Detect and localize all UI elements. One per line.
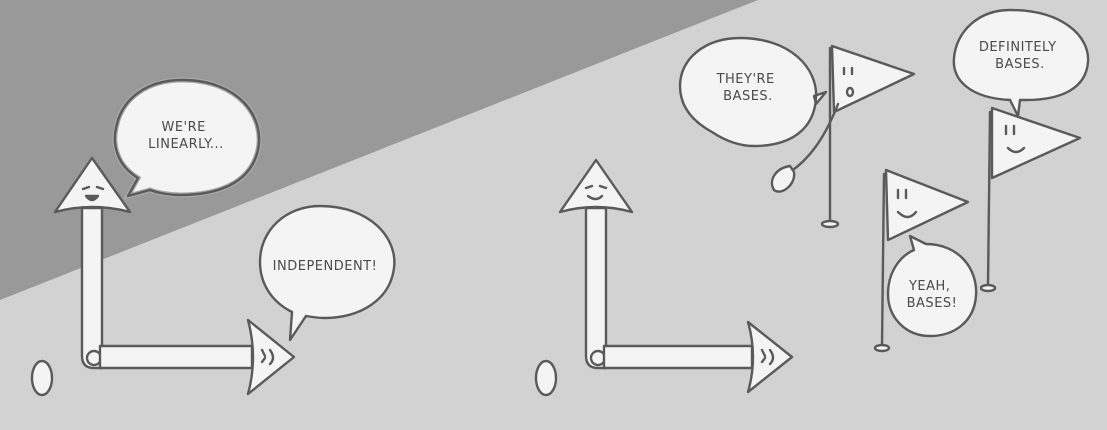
origin-oval	[30, 359, 54, 397]
comic-illustration: WE'RE LINEARLY... INDEPENDENT! THEY'RE B…	[0, 0, 1107, 430]
bubble-independent-line-1: INDEPENDENT!	[273, 259, 378, 274]
bubble-definitely-line-1: DEFINITELY	[979, 40, 1057, 55]
bubble-independent-text: INDEPENDENT!	[273, 259, 378, 274]
bubble-yeah-line-2: BASES!	[907, 296, 958, 311]
bubble-linearly-line-2: LINEARLY...	[148, 137, 224, 152]
bubble-theyre-line-2: BASES.	[723, 89, 773, 104]
bubble-yeah-line-1: YEAH,	[908, 279, 950, 294]
speech-bubble-linearly: WE'RE LINEARLY...	[112, 77, 262, 200]
comic-panel: WE'RE LINEARLY... INDEPENDENT! THEY'RE B…	[0, 0, 1107, 430]
bubble-definitely-line-2: BASES.	[995, 57, 1045, 72]
bubble-theyre-line-1: THEY'RE	[716, 72, 775, 87]
origin-oval-right	[534, 359, 558, 397]
bubble-linearly-line-1: WE'RE	[161, 120, 205, 135]
